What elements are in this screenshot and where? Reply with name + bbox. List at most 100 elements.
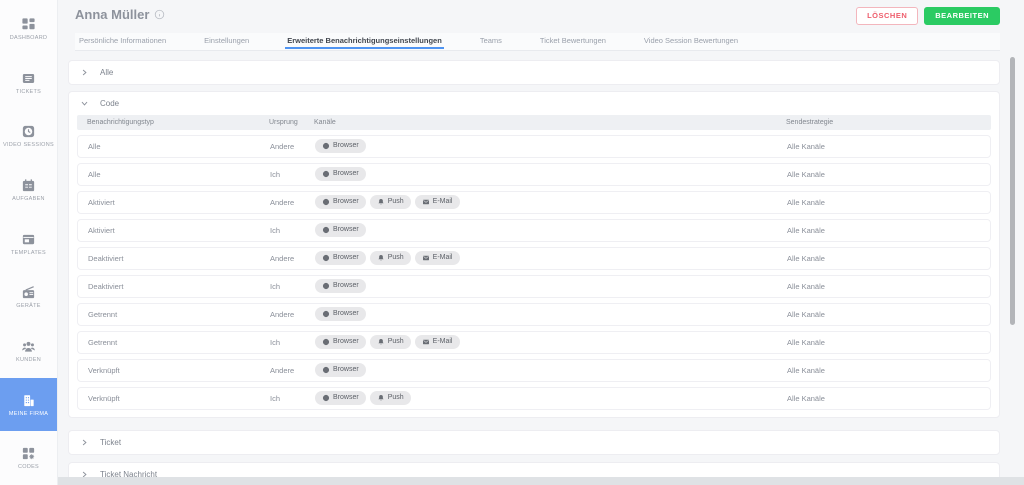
cell-sendestrategie: Alle Kanäle	[787, 332, 825, 353]
edit-button[interactable]: BEARBEITEN	[924, 7, 1000, 25]
channel-chip-e-mail: E-Mail	[415, 251, 460, 265]
sidebar-item-label: DASHBOARD	[10, 35, 48, 41]
channel-chip-label: Push	[388, 254, 404, 261]
app-window: DASHBOARD TICKETS VIDEO SESSIONS AUFGABEN TE…	[0, 0, 1024, 485]
cell-benachrichtigungstyp: Verknüpft	[88, 360, 120, 381]
cell-ursprung: Andere	[270, 136, 294, 157]
channel-chip-browser: Browser	[315, 223, 366, 237]
sidebar-item-aufgaben[interactable]: AUFGABEN	[0, 163, 57, 217]
globe-icon	[322, 170, 330, 178]
cell-benachrichtigungstyp: Aktiviert	[88, 192, 115, 213]
chevron-right-icon	[80, 438, 89, 447]
cell-ursprung: Ich	[270, 276, 280, 297]
sidebar-item-tickets[interactable]: TICKETS	[0, 56, 57, 110]
cell-benachrichtigungstyp: Deaktiviert	[88, 276, 123, 297]
sidebar-item-meine-firma[interactable]: MEINE FIRMA	[0, 378, 57, 432]
column-header-kanaele: Kanäle	[314, 115, 336, 130]
tab-teams[interactable]: Teams	[478, 33, 504, 49]
tab-erweiterte-benachrichtigungseinstellungen[interactable]: Erweiterte Benachrichtigungseinstellunge…	[285, 33, 444, 49]
table-row: VerknüpftAndereBrowserAlle Kanäle	[77, 359, 991, 382]
horizontal-scrollbar-track[interactable]	[58, 477, 1024, 485]
info-circle-icon[interactable]	[154, 9, 165, 20]
cell-kanaele: Browser	[315, 363, 366, 377]
table-row: AktiviertIchBrowserAlle Kanäle	[77, 219, 991, 242]
channel-chip-browser: Browser	[315, 391, 366, 405]
section-ticket-header[interactable]: Ticket	[69, 431, 999, 454]
table-row: GetrenntIchBrowserPushE-MailAlle Kanäle	[77, 331, 991, 354]
column-header-benachrichtigungstyp: Benachrichtigungstyp	[87, 115, 154, 130]
channel-chip-label: Browser	[333, 226, 359, 233]
vertical-scrollbar-thumb[interactable]	[1010, 57, 1015, 325]
channel-chip-label: Push	[388, 338, 404, 345]
sidebar-item-label: VIDEO SESSIONS	[3, 142, 54, 148]
channel-chip-label: Browser	[333, 282, 359, 289]
cell-sendestrategie: Alle Kanäle	[787, 276, 825, 297]
sidebar-item-dashboard[interactable]: DASHBOARD	[0, 2, 57, 56]
channel-chip-label: Browser	[333, 338, 359, 345]
sidebar-item-geraete[interactable]: GERÄTE	[0, 270, 57, 324]
header-actions: LÖSCHEN BEARBEITEN	[856, 7, 1000, 25]
tab-persoenliche-informationen[interactable]: Persönliche Informationen	[77, 33, 168, 49]
channel-chip-label: Browser	[333, 198, 359, 205]
section-alle: Alle	[68, 60, 1000, 85]
templates-icon	[21, 232, 36, 247]
sidebar-item-label: TICKETS	[16, 89, 41, 95]
table-row: DeaktiviertAndereBrowserPushE-MailAlle K…	[77, 247, 991, 270]
bell-icon	[377, 198, 385, 206]
cell-benachrichtigungstyp: Verknüpft	[88, 388, 120, 409]
channel-chip-browser: Browser	[315, 195, 366, 209]
codes-icon	[21, 446, 36, 461]
tickets-icon	[21, 71, 36, 86]
cell-kanaele: Browser	[315, 279, 366, 293]
table-row: AlleIchBrowserAlle Kanäle	[77, 163, 991, 186]
cell-ursprung: Ich	[270, 220, 280, 241]
globe-icon	[322, 338, 330, 346]
channel-chip-e-mail: E-Mail	[415, 195, 460, 209]
main-content: Anna Müller LÖSCHEN BEARBEITEN Persönlic…	[58, 0, 1024, 485]
channel-chip-e-mail: E-Mail	[415, 335, 460, 349]
dashboard-icon	[21, 17, 36, 32]
sidebar-item-label: AUFGABEN	[12, 196, 45, 202]
sidebar-item-kunden[interactable]: KUNDEN	[0, 324, 57, 378]
channel-chip-push: Push	[370, 391, 411, 405]
section-alle-header[interactable]: Alle	[69, 61, 999, 84]
bell-icon	[377, 338, 385, 346]
column-header-sendestrategie: Sendestrategie	[786, 115, 833, 130]
sidebar-item-video-sessions[interactable]: VIDEO SESSIONS	[0, 109, 57, 163]
envelope-icon	[422, 254, 430, 262]
cell-benachrichtigungstyp: Aktiviert	[88, 220, 115, 241]
channel-chip-browser: Browser	[315, 335, 366, 349]
cell-ursprung: Andere	[270, 360, 294, 381]
envelope-icon	[422, 338, 430, 346]
section-ticket: Ticket	[68, 430, 1000, 455]
cell-sendestrategie: Alle Kanäle	[787, 248, 825, 269]
cell-sendestrategie: Alle Kanäle	[787, 164, 825, 185]
channel-chip-browser: Browser	[315, 363, 366, 377]
sidebar-item-label: TEMPLATES	[11, 250, 46, 256]
video-sessions-icon	[21, 124, 36, 139]
channel-chip-label: Browser	[333, 310, 359, 317]
cell-kanaele: Browser Push	[315, 391, 411, 405]
cell-sendestrategie: Alle Kanäle	[787, 304, 825, 325]
section-ticket-label: Ticket	[100, 438, 121, 447]
sidebar-item-codes[interactable]: CODES	[0, 431, 57, 485]
tab-video-session-bewertungen[interactable]: Video Session Bewertungen	[642, 33, 740, 49]
delete-button[interactable]: LÖSCHEN	[856, 7, 918, 25]
tab-einstellungen[interactable]: Einstellungen	[202, 33, 251, 49]
code-table-rows: AlleAndereBrowserAlle KanäleAlleIchBrows…	[69, 135, 999, 410]
code-table-header: Benachrichtigungstyp Ursprung Kanäle Sendes…	[77, 115, 991, 130]
cell-kanaele: Browser Push E-Mail	[315, 335, 460, 349]
globe-icon	[322, 394, 330, 402]
tab-bar: Persönliche Informationen Einstellungen Er…	[75, 33, 1000, 51]
column-header-ursprung: Ursprung	[269, 115, 298, 130]
globe-icon	[322, 142, 330, 150]
cell-kanaele: Browser	[315, 139, 366, 153]
sidebar-item-templates[interactable]: TEMPLATES	[0, 217, 57, 271]
globe-icon	[322, 198, 330, 206]
section-code: Code Benachrichtigungstyp Ursprung Kanäle S…	[68, 91, 1000, 418]
tab-ticket-bewertungen[interactable]: Ticket Bewertungen	[538, 33, 608, 49]
sidebar-item-label: KUNDEN	[16, 357, 41, 363]
channel-chip-push: Push	[370, 195, 411, 209]
section-code-header[interactable]: Code	[69, 92, 999, 115]
channel-chip-label: Push	[388, 198, 404, 205]
